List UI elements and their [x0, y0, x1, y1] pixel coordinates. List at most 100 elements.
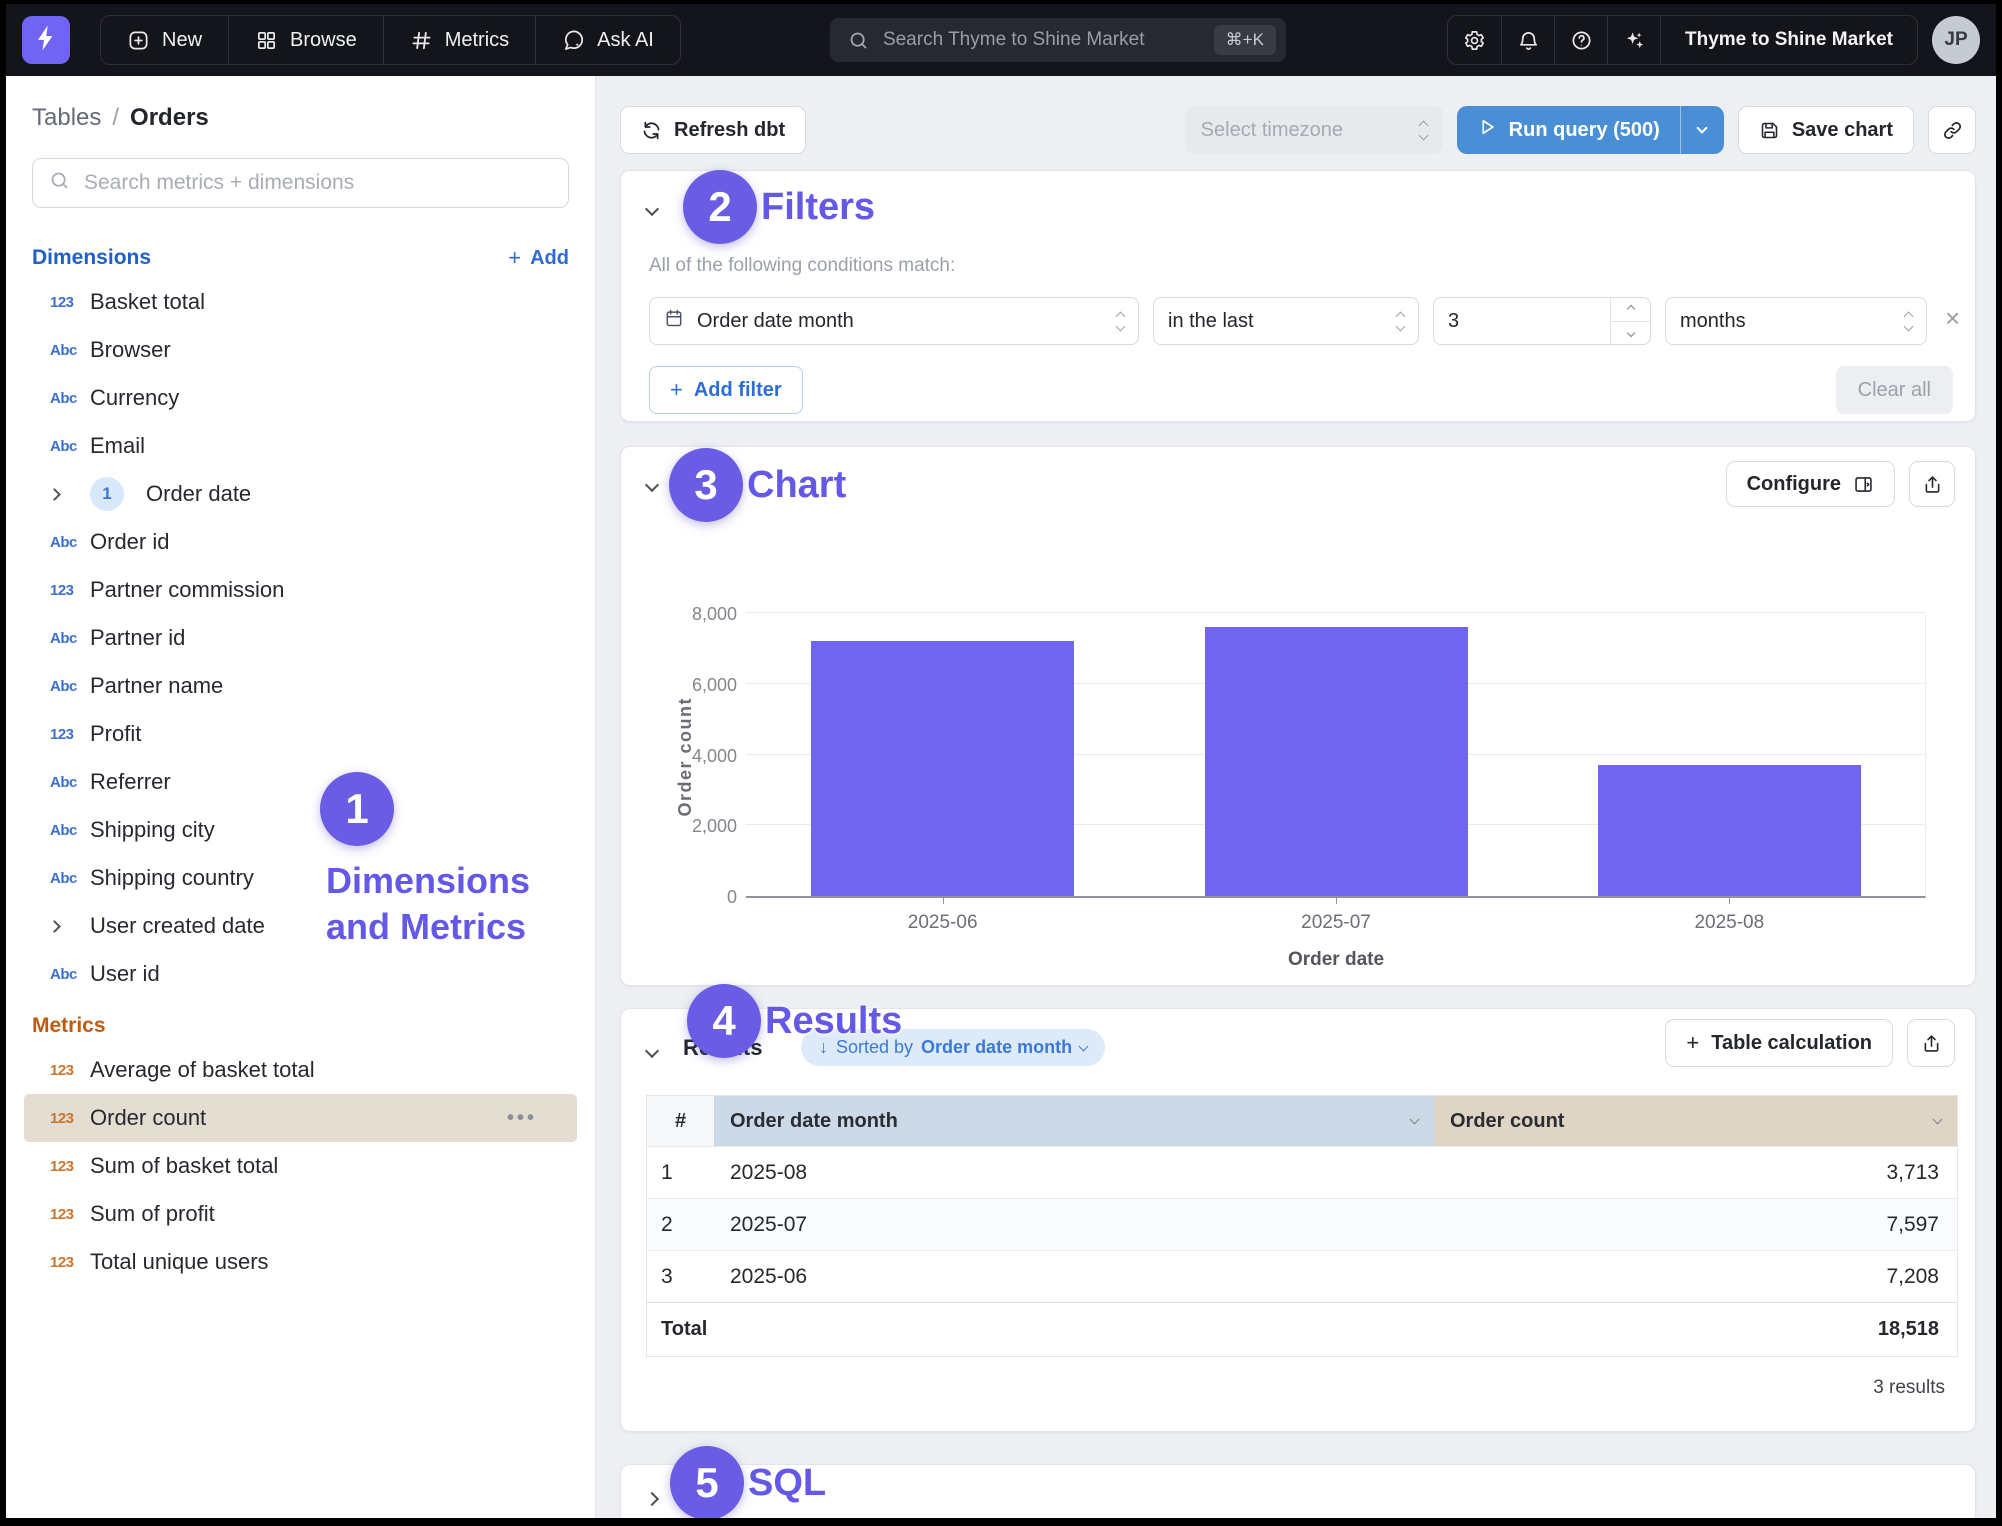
- sidebar-item-order-id[interactable]: AbcOrder id: [24, 518, 577, 566]
- sidebar-item-total-unique-users[interactable]: 123Total unique users: [24, 1238, 577, 1286]
- sparkles-button[interactable]: [1607, 16, 1660, 64]
- gridline: [746, 612, 1925, 613]
- play-icon: [1477, 117, 1497, 143]
- lightning-bolt-icon: [31, 23, 61, 58]
- filter-unit-select[interactable]: months: [1665, 297, 1927, 345]
- timezone-select[interactable]: Select timezone: [1185, 106, 1443, 154]
- breadcrumb-parent[interactable]: Tables: [32, 104, 101, 132]
- nav-item-browse[interactable]: Browse: [228, 16, 383, 64]
- run-query-button[interactable]: Run query (500): [1457, 106, 1724, 154]
- configure-chart-button[interactable]: Configure: [1726, 461, 1895, 507]
- save-chart-button[interactable]: Save chart: [1738, 106, 1914, 154]
- sidebar-item-average-of-basket-total[interactable]: 123Average of basket total: [24, 1046, 577, 1094]
- global-search[interactable]: ⌘+K: [830, 18, 1286, 62]
- run-query-dropdown[interactable]: [1680, 106, 1724, 154]
- row-index-cell: 2: [647, 1198, 714, 1250]
- remove-filter-button[interactable]: ×: [1945, 305, 1960, 331]
- expand-sql-chevron[interactable]: [647, 1491, 657, 1509]
- columns-layout-icon: [1853, 474, 1874, 495]
- bell-button[interactable]: [1501, 16, 1554, 64]
- refresh-dbt-button[interactable]: Refresh dbt: [620, 106, 806, 154]
- item-menu-dots[interactable]: •••: [507, 1107, 537, 1130]
- sidebar-item-shipping-city[interactable]: AbcShipping city: [24, 806, 577, 854]
- total-row-label: Total: [647, 1302, 714, 1356]
- plus-circle-icon: [127, 29, 150, 52]
- sidebar-item-browser[interactable]: AbcBrowser: [24, 326, 577, 374]
- filter-field-value: Order date month: [697, 310, 854, 333]
- sidebar-item-user-created-date[interactable]: User created date: [24, 902, 577, 950]
- sidebar-item-label: Shipping city: [90, 817, 215, 843]
- sidebar-item-profit[interactable]: 123Profit: [24, 710, 577, 758]
- sidebar-item-partner-commission[interactable]: 123Partner commission: [24, 566, 577, 614]
- sidebar-item-label: Email: [90, 433, 145, 459]
- avatar[interactable]: JP: [1932, 16, 1980, 64]
- results-section-label: Results: [683, 1035, 762, 1061]
- sidebar-item-sum-of-basket-total[interactable]: 123Sum of basket total: [24, 1142, 577, 1190]
- filter-value-input[interactable]: [1434, 310, 1610, 333]
- nav-item-ask-ai[interactable]: Ask AI: [535, 16, 680, 64]
- sidebar-item-partner-id[interactable]: AbcPartner id: [24, 614, 577, 662]
- x-axis-tick: [1336, 898, 1337, 904]
- refresh-icon: [641, 120, 662, 141]
- sidebar-item-referrer[interactable]: AbcReferrer: [24, 758, 577, 806]
- add-dimension-button[interactable]: + Add: [508, 247, 569, 270]
- add-label: Add: [530, 247, 569, 270]
- collapse-filters-chevron[interactable]: [647, 201, 657, 219]
- app-logo[interactable]: [22, 16, 70, 64]
- column-header-order-date-month[interactable]: Order date month: [714, 1096, 1434, 1146]
- column-header-[interactable]: #: [647, 1096, 714, 1146]
- search-icon: [49, 170, 70, 196]
- sidebar-item-order-date[interactable]: 1Order date: [24, 470, 577, 518]
- help-button[interactable]: [1554, 16, 1607, 64]
- sidebar-item-user-id[interactable]: AbcUser id: [24, 950, 577, 998]
- add-filter-label: Add filter: [694, 379, 782, 402]
- app-window: NewBrowseMetricsAsk AI ⌘+K Thyme to Shin…: [6, 4, 1996, 1518]
- sidebar-item-partner-name[interactable]: AbcPartner name: [24, 662, 577, 710]
- sidebar-item-basket-total[interactable]: 123Basket total: [24, 278, 577, 326]
- column-header-order-count[interactable]: Order count: [1434, 1096, 1957, 1146]
- number-type-icon: 123: [50, 1206, 90, 1223]
- collapse-results-chevron[interactable]: [647, 1043, 657, 1061]
- y-axis-tick-label: 6,000: [637, 675, 737, 696]
- org-switcher[interactable]: Thyme to Shine Market: [1660, 16, 1917, 64]
- sorted-by-chip[interactable]: ↓ Sorted by Order date month: [801, 1029, 1105, 1066]
- gear-button[interactable]: [1448, 16, 1501, 64]
- clear-all-button[interactable]: Clear all: [1836, 366, 1953, 414]
- stepper-up-button[interactable]: [1611, 298, 1650, 321]
- results-card: Results ↓ Sorted by Order date month + T…: [620, 1008, 1976, 1432]
- nav-item-new[interactable]: New: [101, 16, 228, 64]
- sorted-by-prefix: Sorted by: [836, 1037, 913, 1058]
- share-icon: [1921, 1033, 1942, 1054]
- save-icon: [1759, 120, 1780, 141]
- sidebar-item-order-count[interactable]: 123Order count•••: [24, 1094, 577, 1142]
- sidebar-item-label: Order id: [90, 529, 169, 555]
- number-type-icon: 123: [50, 1158, 90, 1175]
- stepper-down-button[interactable]: [1611, 321, 1650, 345]
- sidebar-item-email[interactable]: AbcEmail: [24, 422, 577, 470]
- sidebar-item-label: Partner commission: [90, 577, 284, 603]
- bar-2025-08: [1598, 765, 1861, 896]
- global-search-input[interactable]: [881, 28, 1202, 52]
- dimensions-header: Dimensions: [32, 246, 151, 270]
- order-count-cell: 7,208: [1434, 1250, 1957, 1302]
- chevron-right-icon: [48, 488, 61, 501]
- filter-operator-select[interactable]: in the last: [1153, 297, 1419, 345]
- share-link-button[interactable]: [1928, 106, 1976, 154]
- export-results-button[interactable]: [1907, 1019, 1955, 1067]
- export-chart-button[interactable]: [1909, 461, 1955, 507]
- sidebar-item-currency[interactable]: AbcCurrency: [24, 374, 577, 422]
- nav-item-metrics[interactable]: Metrics: [383, 16, 535, 64]
- sidebar-item-shipping-country[interactable]: AbcShipping country: [24, 854, 577, 902]
- table-calculation-button[interactable]: + Table calculation: [1665, 1019, 1893, 1067]
- refresh-dbt-label: Refresh dbt: [674, 119, 785, 142]
- sidebar-search[interactable]: [32, 158, 569, 208]
- search-icon: [848, 30, 869, 51]
- collapse-chart-chevron[interactable]: [647, 477, 657, 495]
- order-date-month-cell: 2025-07: [714, 1198, 1434, 1250]
- sidebar-search-input[interactable]: [82, 170, 552, 196]
- sidebar-item-sum-of-profit[interactable]: 123Sum of profit: [24, 1190, 577, 1238]
- main-toolbar: Refresh dbt Select timezone Run query (5…: [620, 106, 1976, 154]
- metrics-header: Metrics: [32, 1014, 106, 1038]
- filter-field-select[interactable]: Order date month: [649, 297, 1139, 345]
- add-filter-button[interactable]: + Add filter: [649, 366, 803, 414]
